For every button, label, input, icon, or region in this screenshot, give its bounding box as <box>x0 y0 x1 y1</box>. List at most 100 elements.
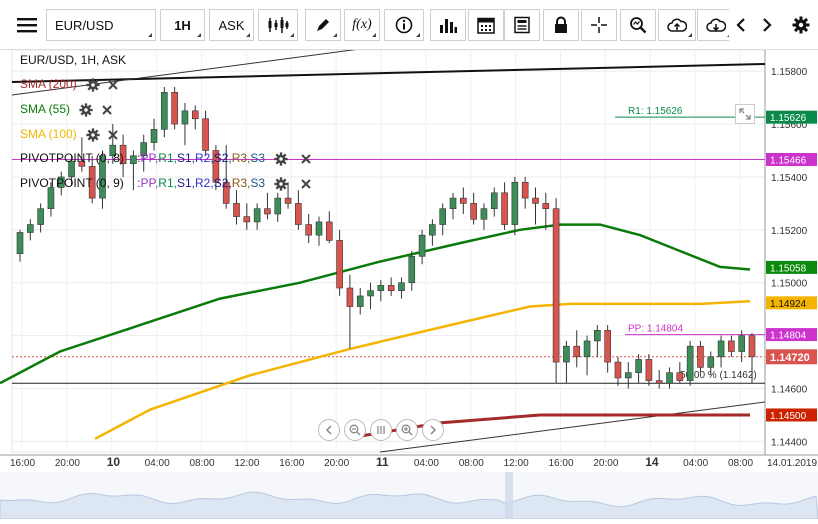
menu-button[interactable] <box>9 9 45 41</box>
upload-icon <box>667 18 687 32</box>
gear-icon[interactable] <box>274 152 289 166</box>
draw-tools-button[interactable] <box>305 9 341 41</box>
time-tick-label: 11 <box>376 455 389 469</box>
chart-type-button[interactable] <box>258 9 298 41</box>
close-icon[interactable] <box>101 104 113 116</box>
candle-body <box>181 110 189 125</box>
gear-icon[interactable] <box>86 78 100 92</box>
lock-icon <box>555 16 567 33</box>
candle-body <box>449 197 457 209</box>
indicators-button[interactable]: f(x) <box>344 9 380 41</box>
calendar-button[interactable] <box>468 9 504 41</box>
time-tick-label: 12:00 <box>234 458 259 469</box>
candle-body <box>429 224 436 236</box>
candle-body <box>367 290 374 297</box>
price-tick-label: 1.15000 <box>771 279 808 290</box>
close-icon[interactable] <box>300 153 312 165</box>
crosshair-icon <box>591 17 607 33</box>
pivot2-param: S3 <box>250 176 266 190</box>
legend-sma200: SMA (200) <box>20 77 119 92</box>
zoom-out-button[interactable] <box>344 419 366 441</box>
pivot2-param: R2, <box>195 176 214 190</box>
time-tick-label: 08:00 <box>459 458 484 469</box>
pivot2-param: R1, <box>158 176 177 190</box>
pivot1-param: R2, <box>195 151 214 165</box>
pivot2-param: S1, <box>176 176 195 190</box>
candle-body <box>233 203 240 217</box>
candle-body <box>274 197 282 215</box>
volume-button[interactable] <box>430 9 466 41</box>
candle-body <box>264 208 271 215</box>
zoom-in-button[interactable] <box>396 419 418 441</box>
lock-button[interactable] <box>543 9 579 41</box>
pivot2-label: PIVOTPOINT (0, 9) <box>20 176 124 190</box>
timeframe-select[interactable]: 1H <box>160 9 205 41</box>
expand-chart-button[interactable] <box>735 104 755 124</box>
gear-icon[interactable] <box>274 177 289 191</box>
time-tick-label: 08:00 <box>190 458 215 469</box>
pivot1-param: PP, <box>140 151 159 165</box>
time-tick-label: 20:00 <box>55 458 80 469</box>
candle-body <box>336 240 343 289</box>
price-label: 1.14500 <box>770 411 807 422</box>
zoom-button[interactable] <box>620 9 656 41</box>
chart-navigation <box>318 419 444 441</box>
candle-body <box>748 335 756 358</box>
candle-body <box>542 203 550 209</box>
gear-icon[interactable] <box>86 128 100 142</box>
time-tick-label: 14.01.2019 <box>767 458 817 469</box>
time-tick-label: 20:00 <box>593 458 618 469</box>
candle-body <box>604 330 611 363</box>
gear-icon[interactable] <box>79 103 93 117</box>
chevron-left-icon <box>325 425 332 435</box>
close-icon[interactable] <box>300 178 312 190</box>
sma200-label: SMA (200) <box>20 77 77 91</box>
bar-chart-icon <box>440 19 457 33</box>
info-icon <box>395 16 413 34</box>
pencil-icon <box>317 19 329 31</box>
candle-body <box>697 345 704 368</box>
price-label: 1.15466 <box>770 155 807 166</box>
info-button[interactable] <box>384 9 424 41</box>
legend-pivot1: PIVOTPOINT (0, 8) : PP, R1, S1, R2, S2, … <box>20 151 312 166</box>
symbol-label: EUR/USD <box>55 17 114 33</box>
zoom-in-icon <box>401 424 413 436</box>
reset-button[interactable] <box>370 419 392 441</box>
time-tick-label: 16:00 <box>279 458 304 469</box>
price-type-select[interactable]: ASK <box>209 9 254 41</box>
document-icon <box>514 16 530 34</box>
chart-area[interactable]: 1.158001.156001.154001.152001.150001.148… <box>0 44 818 520</box>
candle-body <box>614 361 622 379</box>
price-chart[interactable]: 1.158001.156001.154001.152001.150001.148… <box>0 44 818 520</box>
candle-body <box>398 282 405 291</box>
candlestick-icon <box>268 17 289 33</box>
candle-body <box>686 345 694 381</box>
candle-body <box>521 181 529 199</box>
pan-left-button[interactable] <box>318 419 340 441</box>
news-button[interactable] <box>504 9 540 41</box>
crosshair-button[interactable] <box>581 9 617 41</box>
symbol-select[interactable]: EUR/USD <box>46 9 156 41</box>
scroll-right-button[interactable] <box>755 9 779 41</box>
pan-right-button[interactable] <box>422 419 444 441</box>
price-label: 1.14720 <box>770 352 810 364</box>
close-icon[interactable] <box>107 79 119 91</box>
price-label: 1.15058 <box>770 263 807 274</box>
price-type-label: ASK <box>218 17 245 33</box>
gear-icon <box>792 16 810 34</box>
pivot1-params: : PP, R1, S1, R2, S2, R3, S3 <box>137 151 265 165</box>
candle-body <box>377 285 385 291</box>
scroll-left-button[interactable] <box>729 9 753 41</box>
price-tick-label: 1.15200 <box>771 226 808 237</box>
close-icon[interactable] <box>107 129 119 141</box>
candle-body <box>532 197 539 204</box>
settings-button[interactable] <box>788 9 814 41</box>
candle-body <box>655 380 663 384</box>
candle-body <box>563 345 570 363</box>
menu-icon <box>17 18 37 33</box>
candle-body <box>346 287 354 307</box>
candle-body <box>717 340 725 358</box>
pivot1-label: PIVOTPOINT (0, 8) <box>20 151 124 165</box>
upload-button[interactable] <box>658 9 696 41</box>
zoom-out-icon <box>349 424 361 436</box>
